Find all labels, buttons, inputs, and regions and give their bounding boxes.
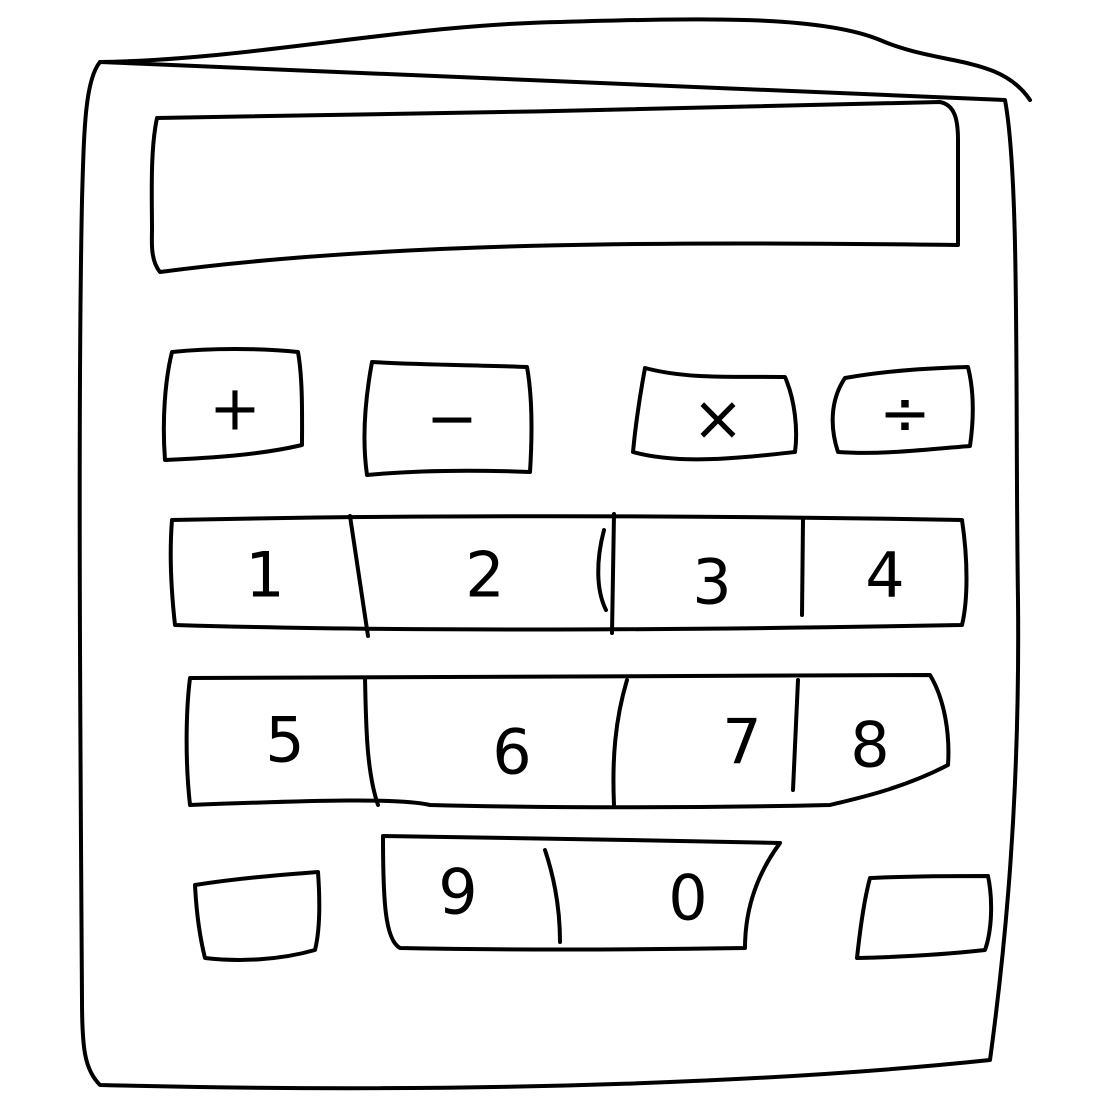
- key-1[interactable]: 1: [245, 539, 284, 612]
- digit-row-1: [168, 512, 969, 638]
- key-3[interactable]: 3: [692, 546, 731, 619]
- plus-symbol: +: [209, 372, 261, 445]
- calculator-sketch: + − × ÷ 1 2 3 4 5 6 7 8 9 0: [77, 17, 1032, 1091]
- key-6[interactable]: 6: [492, 716, 531, 789]
- key-5[interactable]: 5: [265, 704, 304, 777]
- key-9-label: 9: [438, 856, 477, 929]
- multiply-key[interactable]: ×: [631, 366, 799, 462]
- key-3-label: 3: [692, 546, 731, 619]
- key-9[interactable]: 9: [438, 856, 477, 929]
- divide-key[interactable]: ÷: [830, 365, 975, 455]
- key-7-label: 7: [722, 706, 761, 779]
- key-8[interactable]: 8: [850, 709, 889, 782]
- divide-symbol: ÷: [879, 377, 931, 450]
- minus-key[interactable]: −: [362, 360, 534, 477]
- blank-key-left[interactable]: [193, 870, 322, 962]
- key-7[interactable]: 7: [722, 706, 761, 779]
- key-2[interactable]: 2: [465, 539, 504, 612]
- key-0-label: 0: [668, 862, 707, 935]
- key-4-label: 4: [865, 539, 904, 612]
- minus-symbol: −: [426, 382, 478, 455]
- display-screen: [149, 100, 960, 274]
- key-6-label: 6: [492, 716, 531, 789]
- key-5-label: 5: [265, 704, 304, 777]
- key-0[interactable]: 0: [668, 862, 707, 935]
- key-2-label: 2: [465, 539, 504, 612]
- blank-key-right[interactable]: [855, 874, 994, 960]
- multiply-symbol: ×: [692, 382, 744, 455]
- plus-key[interactable]: +: [161, 347, 305, 462]
- key-1-label: 1: [245, 539, 284, 612]
- key-4[interactable]: 4: [865, 539, 904, 612]
- key-8-label: 8: [850, 709, 889, 782]
